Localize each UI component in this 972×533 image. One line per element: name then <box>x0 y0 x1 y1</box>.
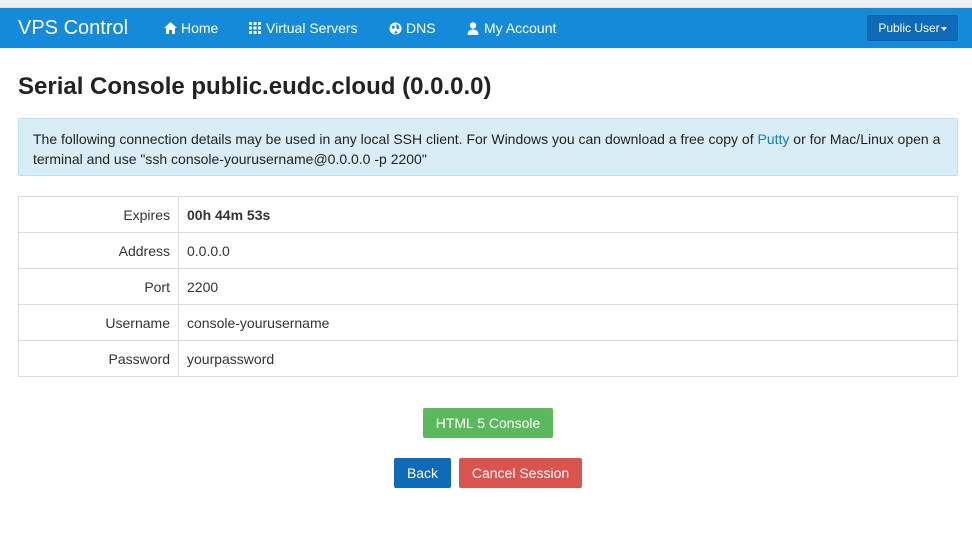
table-row: Password yourpassword <box>18 340 958 377</box>
brand-link[interactable]: VPS Control <box>18 16 128 40</box>
username-value: console-yourusername <box>178 304 958 341</box>
nav-item-my-account[interactable]: My Account <box>466 20 556 36</box>
grid-icon <box>248 21 262 35</box>
port-label: Port <box>18 268 179 305</box>
address-label: Address <box>18 232 179 269</box>
table-row: Username console-yourusername <box>18 304 958 341</box>
browser-top-strip <box>0 0 972 8</box>
putty-link[interactable]: Putty <box>758 131 790 147</box>
nav-item-virtual-servers-label: Virtual Servers <box>266 20 358 36</box>
user-menu-button[interactable]: Public User <box>867 15 958 41</box>
port-value: 2200 <box>178 268 958 305</box>
html5-console-button[interactable]: HTML 5 Console <box>423 408 553 438</box>
page-title: Serial Console public.eudc.cloud (0.0.0.… <box>18 73 492 100</box>
back-button[interactable]: Back <box>394 458 451 488</box>
nav-item-dns-label: DNS <box>406 20 436 36</box>
caret-down-icon <box>940 26 947 31</box>
table-row: Address 0.0.0.0 <box>18 232 958 269</box>
navbar: VPS Control Home Virtual Servers DNS My … <box>0 8 972 48</box>
expires-label: Expires <box>18 196 179 233</box>
nav-item-dns[interactable]: DNS <box>388 20 436 36</box>
connection-info-alert: The following connection details may be … <box>18 118 958 176</box>
nav-item-virtual-servers[interactable]: Virtual Servers <box>248 20 358 36</box>
password-label: Password <box>18 340 179 377</box>
nav-item-home[interactable]: Home <box>163 20 218 36</box>
expires-value: 00h 44m 53s <box>178 196 958 233</box>
info-text-before: The following connection details may be … <box>33 131 758 147</box>
nav-item-home-label: Home <box>181 20 219 36</box>
username-label: Username <box>18 304 179 341</box>
password-value: yourpassword <box>178 340 958 377</box>
user-icon <box>466 21 480 35</box>
table-row: Port 2200 <box>18 268 958 305</box>
globe-icon <box>388 21 402 35</box>
table-row: Expires 00h 44m 53s <box>18 196 958 233</box>
user-menu-label: Public User <box>878 21 940 35</box>
home-icon <box>163 21 177 35</box>
connection-details-table: Expires 00h 44m 53s Address 0.0.0.0 Port… <box>18 196 958 377</box>
address-value: 0.0.0.0 <box>178 232 958 269</box>
cancel-session-button[interactable]: Cancel Session <box>459 458 582 488</box>
nav-item-my-account-label: My Account <box>484 20 557 36</box>
